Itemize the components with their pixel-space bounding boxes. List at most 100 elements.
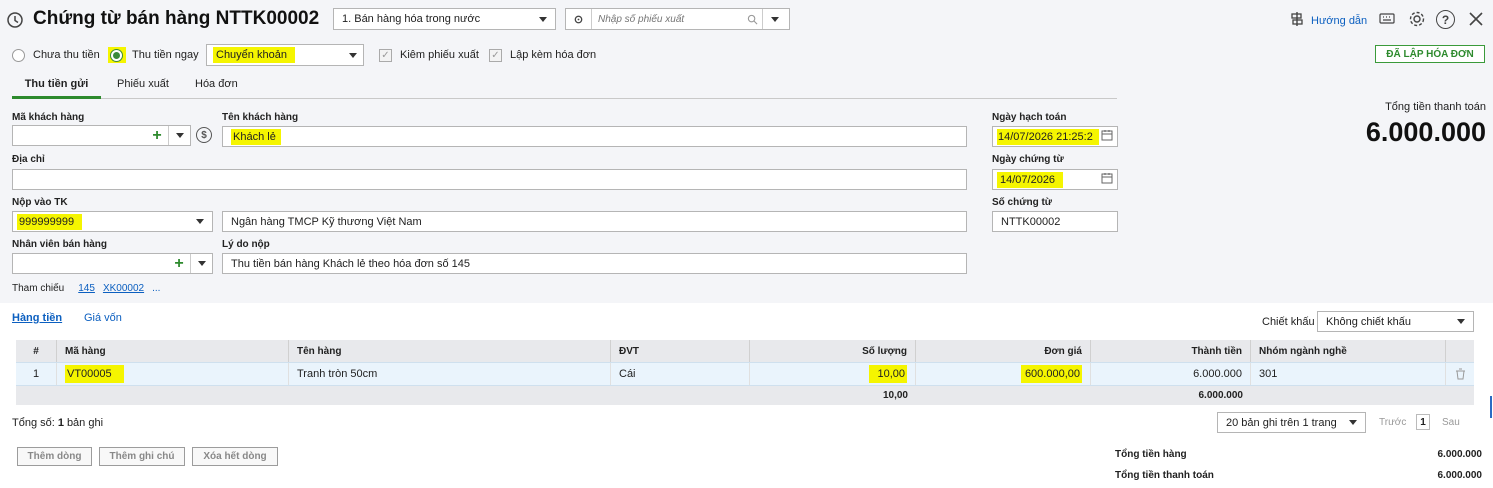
cell-item-name[interactable]: Tranh tròn 50cm xyxy=(289,363,611,385)
voucher-date-label: Ngày chứng từ xyxy=(992,154,1064,165)
cell-item-code[interactable]: VT00005 xyxy=(57,363,289,385)
tab-label: Hóa đơn xyxy=(195,78,238,90)
next-page-button[interactable]: Sau xyxy=(1442,417,1460,428)
subtab-goods-money[interactable]: Hàng tiền xyxy=(12,312,62,324)
voucher-no-field[interactable]: NTTK00002 xyxy=(992,211,1118,232)
tab-label: Thu tiền gửi xyxy=(24,78,89,90)
footer-spacer xyxy=(16,386,750,405)
record-count: Tổng số: 1 bản ghi xyxy=(12,417,103,429)
deposit-account-label: Nộp vào TK xyxy=(12,197,68,208)
col-amount: Thành tiền xyxy=(1091,340,1251,362)
tab-export-voucher[interactable]: Phiếu xuất xyxy=(117,78,169,90)
clear-rows-button[interactable]: Xóa hết dòng xyxy=(192,447,278,466)
customer-code-field[interactable]: + xyxy=(12,125,191,146)
reference-link-export[interactable]: XK00002 xyxy=(103,283,144,294)
deposit-account-select[interactable]: 999999999 xyxy=(12,211,213,232)
chevron-down-icon xyxy=(1349,420,1357,425)
col-index: # xyxy=(16,340,57,362)
bank-name-field[interactable]: Ngân hàng TMCP Kỹ thương Việt Nam xyxy=(222,211,967,232)
discount-select[interactable]: Không chiết khấu xyxy=(1317,311,1474,332)
voucher-search-input[interactable] xyxy=(592,13,742,25)
reference-more[interactable]: ... xyxy=(152,283,160,294)
cell-industry-group[interactable]: 301 xyxy=(1251,363,1446,385)
footer-quantity: 10,00 xyxy=(882,390,908,401)
voucher-search-box[interactable] xyxy=(565,8,790,30)
goods-total-label: Tổng tiền hàng xyxy=(1115,449,1187,460)
tab-label: Phiếu xuất xyxy=(117,78,169,90)
unpaid-radio[interactable] xyxy=(12,49,25,62)
page-title: Chứng từ bán hàng NTTK00002 xyxy=(33,8,320,29)
tab-deposit-receipt[interactable]: Thu tiền gửi xyxy=(12,72,101,99)
subtab-cost-price[interactable]: Giá vốn xyxy=(84,312,122,324)
record-count-value: 1 xyxy=(57,417,64,429)
reason-label: Lý do nộp xyxy=(222,239,270,250)
add-icon[interactable]: + xyxy=(146,127,168,145)
search-icon[interactable] xyxy=(742,14,762,25)
col-item-code: Mã hàng xyxy=(57,340,289,362)
payment-method-select[interactable]: Chuyển khoản xyxy=(206,44,364,66)
reason-field[interactable]: Thu tiền bán hàng Khách lẻ theo hóa đơn … xyxy=(222,253,967,274)
accounting-date-field[interactable]: 14/07/2026 21:25:2 xyxy=(992,126,1118,147)
col-quantity: Số lượng xyxy=(750,340,916,362)
sale-type-select[interactable]: 1. Bán hàng hóa trong nước xyxy=(333,8,556,30)
add-icon[interactable]: + xyxy=(168,255,190,273)
unit-price-value: 600.000,00 xyxy=(1020,365,1082,383)
guide-link[interactable]: Hướng dẫn xyxy=(1289,11,1367,30)
reference-link-invoice[interactable]: 145 xyxy=(78,283,95,294)
col-item-name: Tên hàng xyxy=(289,340,611,362)
delete-row-icon[interactable] xyxy=(1446,363,1474,385)
voucher-dropdown-button[interactable] xyxy=(762,9,786,29)
tab-invoice[interactable]: Hóa đơn xyxy=(195,78,238,90)
voucher-no-label: Số chứng từ xyxy=(992,197,1053,208)
address-label: Địa chỉ xyxy=(12,154,45,165)
footer-spacer xyxy=(916,386,1091,405)
add-note-button[interactable]: Thêm ghi chú xyxy=(99,447,185,466)
total-payment-label: Tổng tiền thanh toán xyxy=(1385,101,1486,113)
table-row[interactable]: 1 VT00005 Tranh tròn 50cm Cái 10,00 600.… xyxy=(16,362,1474,386)
staff-dropdown-button[interactable] xyxy=(190,254,212,273)
dollar-icon[interactable]: $ xyxy=(196,127,212,143)
payment-method-value: Chuyển khoản xyxy=(213,47,295,63)
calendar-icon[interactable] xyxy=(1101,172,1113,187)
invoice-checkbox-label: Lập kèm hóa đơn xyxy=(510,49,597,61)
tab-bar xyxy=(12,70,1117,99)
sales-staff-field[interactable]: + xyxy=(12,253,213,274)
address-field[interactable] xyxy=(12,169,967,190)
bank-name-value: Ngân hàng TMCP Kỹ thương Việt Nam xyxy=(231,215,422,228)
invoice-checkbox[interactable]: ✓ xyxy=(489,49,502,62)
calendar-icon[interactable] xyxy=(1101,129,1113,144)
scrollbar-indicator[interactable] xyxy=(1490,396,1492,418)
reference-row: Tham chiếu 145 XK00002 ... xyxy=(12,283,160,294)
cell-amount[interactable]: 6.000.000 xyxy=(1091,363,1251,385)
cell-unit[interactable]: Cái xyxy=(611,363,750,385)
history-icon[interactable] xyxy=(6,11,24,29)
export-checkbox[interactable]: ✓ xyxy=(379,49,392,62)
export-checkbox-label: Kiêm phiếu xuất xyxy=(400,49,479,61)
gear-icon[interactable] xyxy=(566,9,592,29)
deposit-account-value: 999999999 xyxy=(17,213,83,230)
page-size-value: 20 bản ghi trên 1 trang xyxy=(1226,416,1337,429)
close-icon[interactable] xyxy=(1467,10,1485,28)
paid-now-radio[interactable] xyxy=(110,49,123,62)
cell-unit-price[interactable]: 600.000,00 xyxy=(916,363,1091,385)
paid-now-label: Thu tiền ngay xyxy=(132,49,199,61)
item-code-value: VT00005 xyxy=(65,365,124,383)
current-page[interactable]: 1 xyxy=(1416,414,1430,430)
reference-label: Tham chiếu xyxy=(12,283,65,294)
cell-quantity[interactable]: 10,00 xyxy=(750,363,916,385)
add-row-button[interactable]: Thêm dòng xyxy=(17,447,92,466)
col-industry-group: Nhóm ngành nghề xyxy=(1251,340,1446,362)
record-count-suffix: bản ghi xyxy=(66,417,104,429)
prev-page-button[interactable]: Trước xyxy=(1379,417,1406,428)
sale-type-value: 1. Bán hàng hóa trong nước xyxy=(342,13,481,25)
page-size-select[interactable]: 20 bản ghi trên 1 trang xyxy=(1217,412,1366,433)
chevron-down-icon xyxy=(1457,319,1465,324)
settings-icon[interactable] xyxy=(1407,9,1427,29)
goods-total-value: 6.000.000 xyxy=(1437,449,1483,460)
customer-name-field[interactable]: Khách lẻ xyxy=(222,126,967,147)
keyboard-icon[interactable] xyxy=(1378,10,1396,28)
voucher-date-field[interactable]: 14/07/2026 xyxy=(992,169,1118,190)
help-icon[interactable]: ? xyxy=(1436,10,1455,29)
customer-dropdown-button[interactable] xyxy=(168,126,190,145)
reason-value: Thu tiền bán hàng Khách lẻ theo hóa đơn … xyxy=(231,257,471,270)
